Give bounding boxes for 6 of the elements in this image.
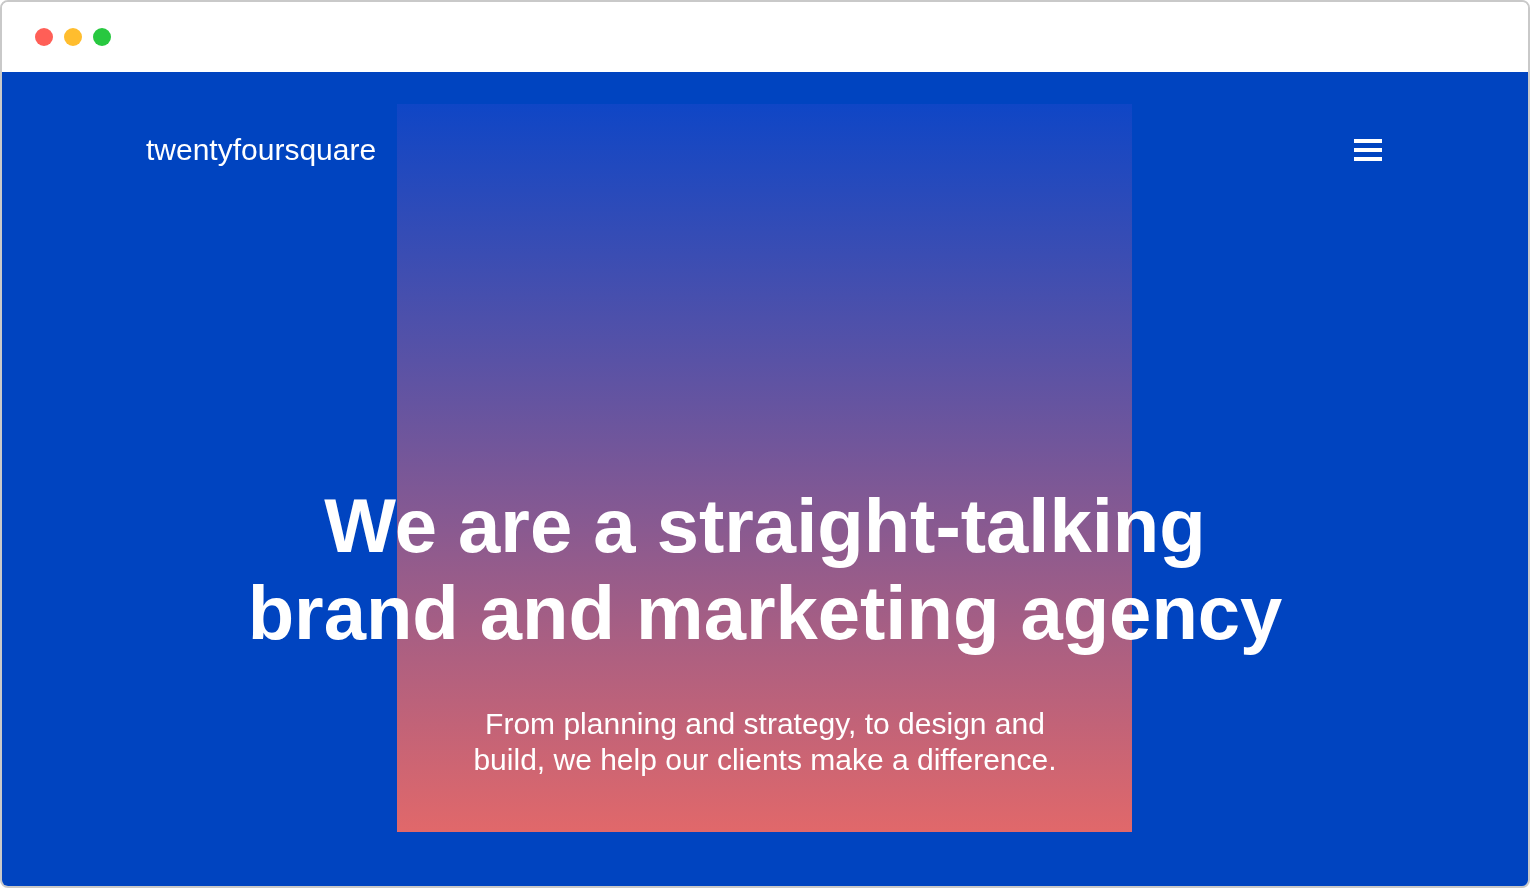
window-control-icon[interactable] [35, 28, 53, 46]
subtitle: From planning and strategy, to design and build, we help our clients make a difference. [472, 706, 1058, 778]
logo[interactable]: twentyfoursquare [146, 132, 377, 168]
menu-icon[interactable] [1354, 139, 1382, 161]
window-control-icon[interactable] [93, 28, 111, 46]
window-control-icon[interactable] [64, 28, 82, 46]
